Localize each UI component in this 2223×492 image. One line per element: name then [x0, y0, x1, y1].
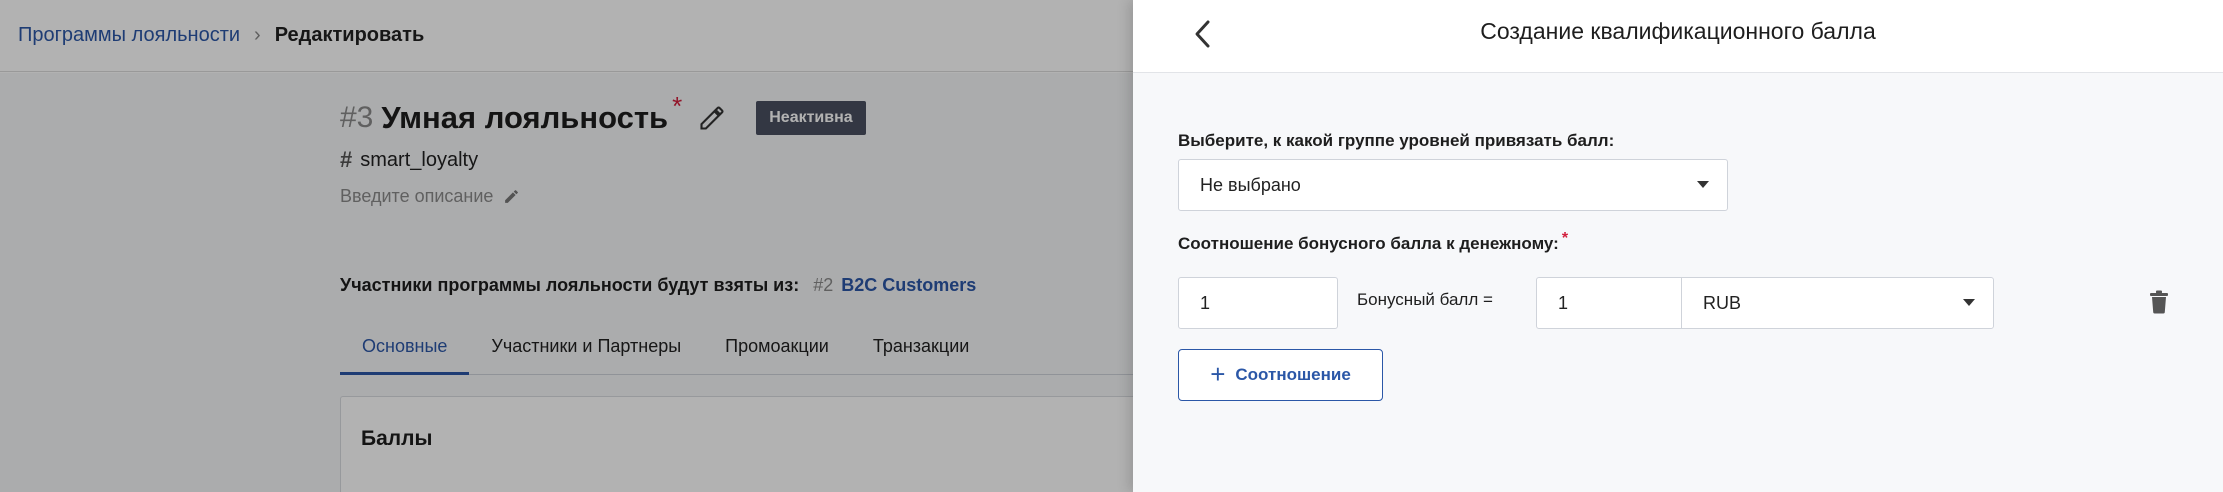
- trash-icon: [2150, 290, 2168, 314]
- drawer-header: Создание квалификационного балла: [1133, 0, 2223, 73]
- caret-down-icon: [1697, 181, 1709, 188]
- currency-value: RUB: [1703, 292, 1742, 313]
- level-group-select[interactable]: Не выбрано: [1178, 159, 1728, 211]
- qualification-point-drawer: Создание квалификационного балла Выберит…: [1133, 0, 2223, 492]
- bonus-points-value: 1: [1200, 292, 1211, 313]
- equals-label: Бонусный балл =: [1357, 290, 1493, 309]
- level-group-label: Выберите, к какой группе уровней привяза…: [1178, 131, 1614, 151]
- add-ratio-label: Соотношение: [1235, 365, 1351, 384]
- money-amount-input[interactable]: 1: [1536, 277, 1682, 329]
- money-amount-value: 1: [1558, 292, 1569, 313]
- required-marker: *: [1561, 230, 1569, 247]
- ratio-label-text: Соотношение бонусного балла к денежному:: [1178, 234, 1559, 253]
- bonus-points-input[interactable]: 1: [1178, 277, 1338, 329]
- ratio-label: Соотношение бонусного балла к денежному:…: [1178, 230, 1568, 254]
- plus-icon: +: [1210, 359, 1226, 389]
- delete-button[interactable]: [2148, 290, 2170, 314]
- level-group-label-text: Выберите, к какой группе уровней привяза…: [1178, 131, 1615, 150]
- modal-overlay[interactable]: [0, 0, 1133, 492]
- drawer-title: Создание квалификационного балла: [1480, 18, 1876, 44]
- caret-down-icon: [1963, 299, 1975, 306]
- level-group-value: Не выбрано: [1200, 174, 1301, 195]
- add-ratio-button[interactable]: + Соотношение: [1178, 349, 1383, 401]
- currency-select[interactable]: RUB: [1681, 277, 1994, 329]
